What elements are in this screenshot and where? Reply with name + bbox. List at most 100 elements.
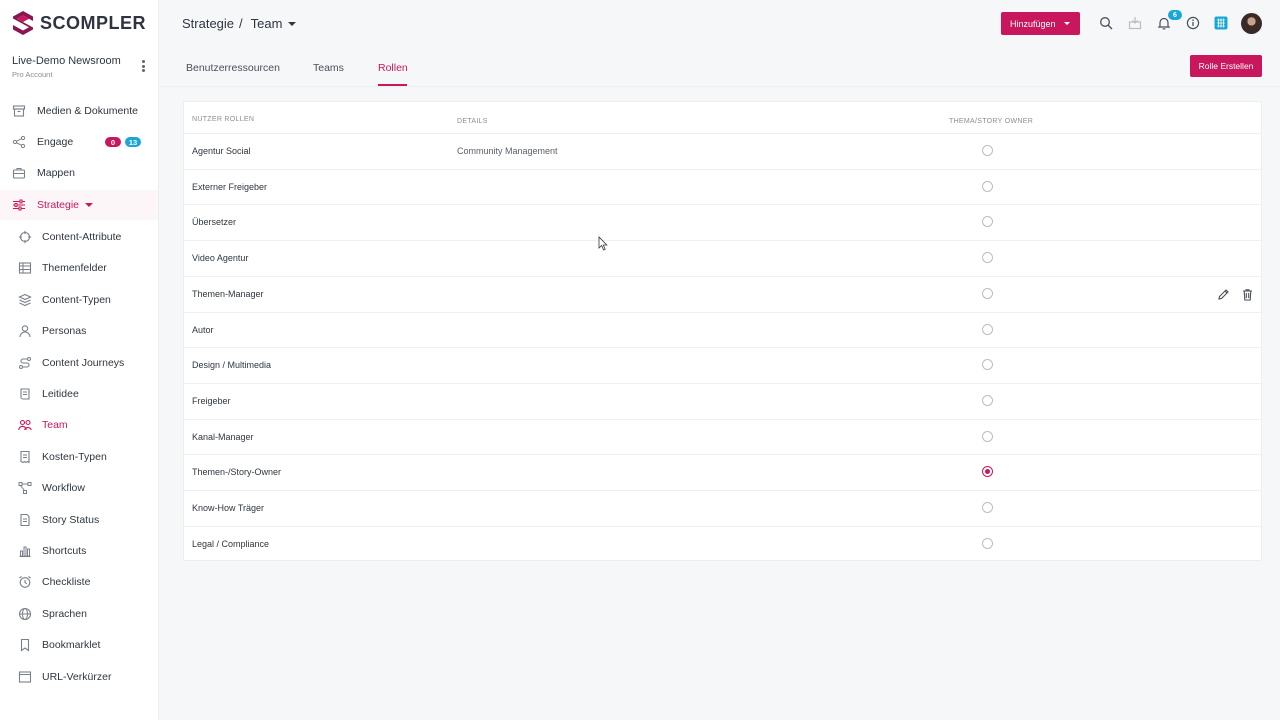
owner-radio[interactable]: [982, 537, 993, 549]
table-row[interactable]: Kanal-Manager: [184, 418, 1261, 455]
sidebar-item-label: Workflow: [42, 482, 85, 495]
column-header-details[interactable]: DETAILS: [457, 118, 488, 125]
tab-teams[interactable]: Teams: [313, 62, 344, 74]
sidebar-item-label: Themenfelder: [42, 262, 107, 275]
delete-trash-icon[interactable]: [1241, 288, 1254, 301]
column-header-roles[interactable]: NUTZER ROLLEN: [192, 116, 254, 123]
chevron-down-icon[interactable]: [288, 21, 297, 26]
role-name: Themen-Manager: [192, 288, 264, 299]
scompler-logo-icon: [13, 11, 33, 35]
search-icon[interactable]: [1098, 15, 1114, 31]
role-name: Themen-/Story-Owner: [192, 467, 282, 478]
sidebar-item-workflow[interactable]: Workflow: [0, 473, 158, 503]
sidebar-item-bookmarklet[interactable]: Bookmarklet: [0, 630, 158, 660]
role-name: Übersetzer: [192, 217, 237, 228]
route-icon: [18, 356, 32, 370]
sidebar-item-team[interactable]: Team: [0, 410, 158, 440]
breadcrumb-separator: /: [239, 16, 243, 31]
breadcrumb-current[interactable]: Team: [251, 16, 283, 31]
roles-table: NUTZER ROLLEN DETAILS THEMA/STORY OWNER …: [183, 101, 1262, 561]
workflow-icon: [18, 481, 32, 495]
tab-rollen[interactable]: Rollen: [378, 62, 408, 74]
table-row[interactable]: Legal / Compliance: [184, 525, 1261, 562]
account-switcher[interactable]: Live-Demo Newsroom Pro Account: [12, 55, 121, 79]
sidebar-item-personas[interactable]: Personas: [0, 316, 158, 346]
owner-radio[interactable]: [982, 145, 993, 156]
sidebar-item-mappen[interactable]: Mappen: [0, 158, 158, 188]
table-row[interactable]: Design / Multimedia: [184, 347, 1261, 383]
users-icon: [18, 418, 32, 432]
sidebar-item-label: Checkliste: [42, 576, 91, 589]
column-header-owner[interactable]: THEMA/STORY OWNER: [949, 118, 1033, 125]
owner-radio[interactable]: [982, 502, 993, 513]
sidebar-item-content-journeys[interactable]: Content Journeys: [0, 348, 158, 378]
sidebar-section-strategie[interactable]: Strategie: [0, 190, 158, 220]
table-row[interactable]: Video Agentur: [184, 240, 1261, 276]
table-row[interactable]: Themen-/Story-Owner: [184, 454, 1261, 490]
sidebar-item-sprachen[interactable]: Sprachen: [0, 599, 158, 629]
window-icon: [18, 670, 32, 684]
table-row[interactable]: Autor: [184, 311, 1261, 348]
sidebar-item-engage[interactable]: Engage 0 13: [0, 127, 158, 157]
tabs-divider: [159, 86, 1280, 87]
sidebar-item-checkliste[interactable]: Checkliste: [0, 567, 158, 597]
apps-grid-icon[interactable]: [1213, 15, 1229, 31]
owner-radio[interactable]: [982, 430, 993, 442]
logo[interactable]: SCOMPLER: [12, 10, 146, 36]
add-button-label: Hinzufügen: [1010, 18, 1056, 29]
alarm-clock-icon: [18, 575, 32, 589]
owner-radio[interactable]: [982, 466, 993, 478]
breadcrumb-parent[interactable]: Strategie: [182, 16, 234, 31]
sidebar-item-label: Content-Typen: [42, 293, 111, 306]
create-role-button[interactable]: Rolle Erstellen: [1190, 55, 1262, 77]
sidebar-item-story-status[interactable]: Story Status: [0, 505, 158, 535]
sidebar-item-leitidee[interactable]: Leitidee: [0, 379, 158, 409]
table-row[interactable]: Know-How Träger: [184, 490, 1261, 526]
sidebar-item-url-verkürzer[interactable]: URL-Verkürzer: [0, 662, 158, 692]
user-avatar[interactable]: [1241, 13, 1262, 34]
table-row[interactable]: Themen-Manager: [184, 275, 1261, 312]
owner-radio[interactable]: [982, 323, 993, 335]
archive-icon: [12, 104, 26, 118]
table-row[interactable]: Freigeber: [184, 382, 1261, 419]
owner-radio[interactable]: [982, 216, 993, 228]
owner-radio[interactable]: [982, 180, 993, 192]
role-name: Autor: [192, 324, 214, 335]
role-details: Community Management: [457, 146, 558, 156]
notification-badge: 6: [1168, 10, 1182, 20]
role-name: Video Agentur: [192, 253, 249, 264]
role-name: Freigeber: [192, 395, 231, 406]
table-row[interactable]: Agentur Social Community Management: [184, 133, 1261, 169]
sidebar-item-label: Shortcuts: [42, 545, 87, 557]
owner-radio[interactable]: [982, 394, 993, 406]
sidebar-item-medien-dokumente[interactable]: Medien & Dokumente: [0, 96, 158, 126]
account-menu-icon[interactable]: [139, 58, 147, 74]
edit-pencil-icon[interactable]: [1217, 288, 1230, 301]
role-name: Agentur Social: [192, 146, 251, 156]
sidebar-item-label: Content-Attribute: [42, 231, 122, 243]
sidebar-section-label: Strategie: [37, 199, 80, 211]
owner-radio[interactable]: [982, 287, 993, 299]
role-name: Know-How Träger: [192, 503, 265, 513]
sidebar-item-content-attribute[interactable]: Content-Attribute: [0, 222, 158, 252]
share-icon: [12, 135, 26, 149]
sidebar-item-label: Team: [42, 419, 68, 432]
add-button[interactable]: Hinzufügen: [1001, 12, 1080, 35]
role-name: Externer Freigeber: [192, 181, 268, 192]
tab-benutzerressourcen[interactable]: Benutzerressourcen: [186, 62, 280, 74]
bookmark-icon: [18, 638, 32, 652]
sidebar-item-label: Medien & Dokumente: [37, 105, 138, 117]
sidebar-item-kosten-typen[interactable]: Kosten-Typen: [0, 442, 158, 472]
table-row[interactable]: Externer Freigeber: [184, 168, 1261, 205]
inbox-icon[interactable]: [1127, 15, 1143, 31]
sidebar-item-label: Story Status: [42, 513, 100, 526]
info-icon[interactable]: [1185, 15, 1201, 31]
sidebar-item-themenfelder[interactable]: Themenfelder: [0, 253, 158, 283]
table-row[interactable]: Übersetzer: [184, 204, 1261, 240]
role-name: Kanal-Manager: [192, 431, 254, 442]
owner-radio[interactable]: [982, 252, 993, 264]
sidebar-item-shortcuts[interactable]: Shortcuts: [0, 536, 158, 566]
sidebar-item-content-typen[interactable]: Content-Typen: [0, 285, 158, 315]
owner-radio[interactable]: [982, 359, 993, 371]
scroll-icon: [18, 387, 32, 401]
